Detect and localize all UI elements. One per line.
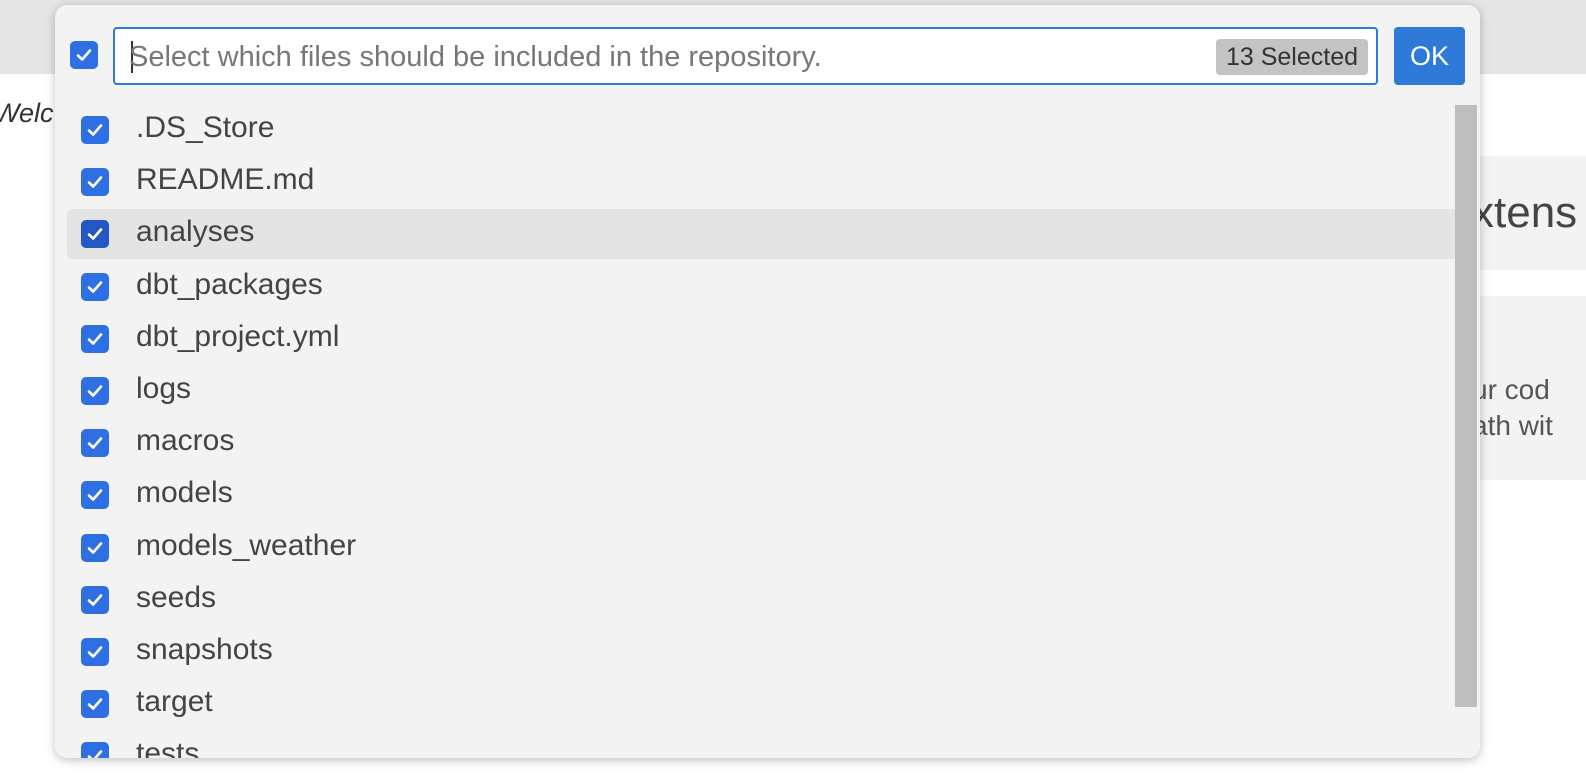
quick-pick-header: 13 Selected OK [55,5,1480,105]
file-list-item[interactable]: dbt_packages [67,262,1455,312]
checkmark-icon [87,280,103,293]
select-all-checkbox[interactable] [70,41,98,69]
walkthrough-card-line-2: ath wit [1480,410,1553,441]
file-list-item[interactable]: models [67,470,1455,520]
walkthrough-card-title: xtens [1480,156,1586,270]
file-list-item[interactable]: target [67,679,1455,729]
walkthrough-card-title-text: xtens [1480,188,1578,237]
list-scrollbar[interactable] [1455,105,1477,707]
checkmark-icon [87,385,103,397]
file-item-label: dbt_project.yml [136,319,340,353]
walkthrough-card-body: ur cod ath wit [1480,296,1586,480]
file-item-checkbox[interactable] [81,742,109,758]
file-item-checkbox[interactable] [81,116,109,144]
file-list-item[interactable]: tests [67,731,1455,758]
file-item-checkbox[interactable] [81,638,109,666]
file-list-item[interactable]: logs [67,366,1455,416]
checkmark-icon [87,176,103,188]
file-item-checkbox[interactable] [81,585,109,614]
file-item-checkbox[interactable] [81,324,109,353]
file-item-checkbox[interactable] [81,377,109,405]
walkthrough-card-line-1: ur cod [1480,374,1550,405]
checkmark-icon [87,437,103,449]
file-item-label: snapshots [136,633,273,666]
file-item-label: logs [136,372,192,405]
checkmark-icon [87,593,103,606]
file-list-item[interactable]: README.md [67,157,1455,207]
selected-count-badge: 13 Selected [1215,39,1368,75]
file-item-checkbox[interactable] [81,481,109,510]
file-item-checkbox[interactable] [81,429,109,458]
file-list-item[interactable]: macros [67,418,1455,468]
file-list-item[interactable]: analyses [67,209,1455,260]
file-item-checkbox[interactable] [81,690,109,719]
checkmark-icon [87,750,103,758]
checkmark-icon [87,332,103,345]
file-item-label: tests [136,737,200,758]
checkmark-icon [87,228,103,241]
ok-button[interactable]: OK [1394,27,1465,85]
file-list: .DS_Store README.md analyses dbt_packagesdb… [55,105,1455,758]
welcome-tab-label: Welc [0,98,54,128]
quick-pick-dialog: 13 Selected OK .DS_Store README.md analyse… [55,5,1480,758]
file-item-label: dbt_packages [136,267,323,301]
file-item-label: target [136,685,213,719]
checkmark-icon [87,124,103,136]
file-list-item[interactable]: .DS_Store [67,105,1455,155]
file-item-label: analyses [136,215,255,249]
file-filter-input[interactable] [129,37,1189,77]
file-item-checkbox[interactable] [81,533,109,562]
file-item-label: README.md [136,163,315,197]
file-item-label: macros [136,424,235,458]
file-list-item[interactable]: models_weather [67,523,1455,573]
file-item-label: models [136,476,233,510]
file-list-item[interactable]: snapshots [67,627,1455,677]
file-filter-input-box[interactable]: 13 Selected [113,27,1378,85]
file-item-label: seeds [136,580,217,614]
checkmark-icon [87,646,103,658]
checkmark-icon [76,49,92,61]
file-item-checkbox[interactable] [81,168,109,197]
checkmark-icon [87,698,103,710]
file-item-label: models_weather [136,528,357,562]
file-list-item[interactable]: seeds [67,575,1455,625]
file-list-item[interactable]: dbt_project.yml [67,314,1455,364]
file-item-checkbox[interactable] [81,220,109,249]
file-item-checkbox[interactable] [81,272,109,301]
checkmark-icon [87,489,103,502]
file-item-label: .DS_Store [136,111,275,144]
checkmark-icon [87,541,103,554]
